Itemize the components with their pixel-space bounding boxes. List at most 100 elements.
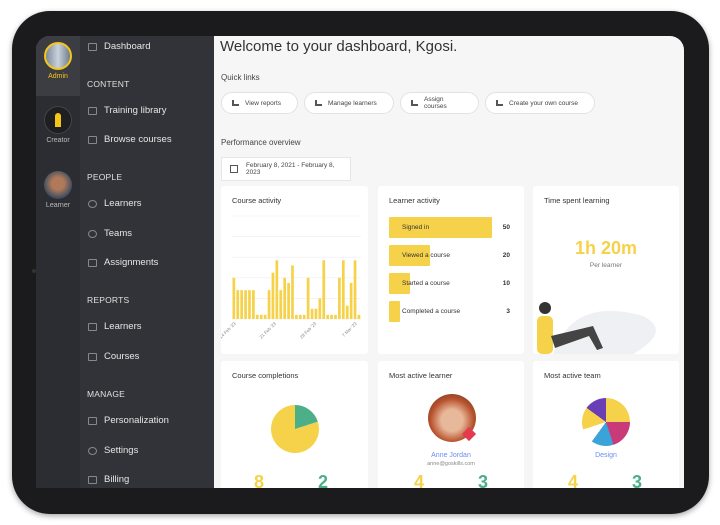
main-content: Welcome to your dashboard, Kgosi. Quick … xyxy=(214,36,684,488)
learner-stat-b: 3 xyxy=(478,472,489,488)
gear-icon xyxy=(88,446,97,455)
completions-pie-chart xyxy=(271,405,319,453)
card-title: Course completions xyxy=(232,371,299,380)
nav-learners[interactable]: Learners xyxy=(88,198,142,209)
activity-bar xyxy=(302,314,306,319)
nav-dashboard[interactable]: Dashboard xyxy=(88,41,150,52)
activity-bar xyxy=(353,260,357,319)
card-title: Most active learner xyxy=(389,371,453,380)
nav-label: Courses xyxy=(104,351,140,362)
activity-bar xyxy=(334,314,337,319)
role-label: Admin xyxy=(48,73,68,80)
x-tick-label: 28 Feb '23 xyxy=(299,321,318,340)
activity-bar xyxy=(240,290,244,319)
user-icon xyxy=(315,100,322,106)
manage-learners-button[interactable]: Manage learners xyxy=(304,92,394,114)
admin-avatar xyxy=(44,42,72,70)
role-creator[interactable]: Creator xyxy=(36,106,80,144)
activity-bar xyxy=(357,314,361,319)
activity-bar xyxy=(275,260,279,319)
assign-courses-button[interactable]: Assign courses xyxy=(400,92,479,114)
nav-label: Learners xyxy=(104,321,142,332)
bar-chart-icon xyxy=(88,352,97,361)
activity-bar xyxy=(248,290,251,319)
card-icon xyxy=(88,475,97,484)
nav-assignments[interactable]: Assignments xyxy=(88,257,158,268)
activity-bar xyxy=(255,314,259,319)
nav-personalization[interactable]: Personalization xyxy=(88,415,169,426)
nav-label: Billing xyxy=(104,474,130,485)
nav-report-learners[interactable]: Learners xyxy=(88,321,142,332)
nav-label: Dashboard xyxy=(104,41,151,52)
screen: Admin Creator Learner Dashboard CONTENT … xyxy=(36,36,684,488)
activity-bar xyxy=(326,314,330,319)
brush-icon xyxy=(88,416,97,425)
course-activity-chart: 14 Feb '23 21 Feb '23 28 Feb '23 7 Mar '23 xyxy=(221,215,361,340)
bar-chart-icon xyxy=(88,322,97,331)
user-icon xyxy=(88,199,97,208)
book-icon xyxy=(88,106,97,115)
nav-browse-courses[interactable]: Browse courses xyxy=(88,134,172,145)
nav-settings[interactable]: Settings xyxy=(88,445,138,456)
nav-training-library[interactable]: Training library xyxy=(88,105,166,116)
nav-label: Assignments xyxy=(104,257,159,268)
learner-activity-card: Learner activity Signed in 50 Viewed a cou… xyxy=(378,186,524,354)
section-people: PEOPLE xyxy=(87,172,123,182)
nav-teams[interactable]: Teams xyxy=(88,228,132,239)
nav-billing[interactable]: Billing xyxy=(88,474,129,485)
role-label: Creator xyxy=(46,137,70,144)
date-range-text: February 8, 2021 - February 8, 2023 xyxy=(245,162,335,176)
activity-bar xyxy=(271,272,275,319)
activity-value: 20 xyxy=(502,252,510,259)
sidebar-nav: Dashboard CONTENT Training library Brows… xyxy=(80,36,214,488)
activity-bar xyxy=(298,314,302,319)
create-course-button[interactable]: Create your own course xyxy=(485,92,595,114)
button-label: Assign courses xyxy=(423,96,447,110)
activity-value: 3 xyxy=(506,308,510,315)
learner-stat-a: 4 xyxy=(414,472,425,488)
team-stat-b: 3 xyxy=(632,472,643,488)
activity-bar xyxy=(244,290,247,319)
completed-count: 8 xyxy=(254,472,265,488)
activity-label: Started a course xyxy=(402,280,450,287)
activity-bar xyxy=(279,290,283,319)
activity-bar xyxy=(287,282,290,319)
button-label: Create your own course xyxy=(509,99,579,107)
activity-value: 10 xyxy=(502,280,510,287)
view-reports-button[interactable]: View reports xyxy=(221,92,298,114)
activity-bar xyxy=(263,314,267,319)
nav-label: Settings xyxy=(104,445,139,456)
section-content: CONTENT xyxy=(87,79,130,89)
activity-bar xyxy=(267,290,271,319)
time-spent-sub: Per learner xyxy=(589,262,623,269)
card-title: Time spent learning xyxy=(544,196,610,205)
quick-links-label: Quick links xyxy=(221,73,260,82)
activity-bar xyxy=(338,277,341,319)
nav-report-courses[interactable]: Courses xyxy=(88,351,139,362)
learner-name-link[interactable]: Anne Jordan xyxy=(378,452,524,459)
performance-label: Performance overview xyxy=(221,138,301,147)
nav-label: Training library xyxy=(104,105,167,116)
course-activity-card: Course activity 14 Feb '23 21 Feb '23 28 F… xyxy=(221,186,368,354)
learner-email: anne@goskills.com xyxy=(427,461,475,467)
role-admin[interactable]: Admin xyxy=(36,36,80,96)
most-active-learner-card: Most active learner Anne Jordan anne@gos… xyxy=(378,361,524,488)
role-rail: Admin Creator Learner xyxy=(36,36,80,488)
course-completions-card: Course completions 8 2 xyxy=(221,361,368,488)
x-tick-label: 21 Feb '23 xyxy=(259,321,278,340)
users-icon xyxy=(88,229,97,238)
activity-bar xyxy=(295,314,298,319)
role-learner[interactable]: Learner xyxy=(36,171,80,209)
library-icon xyxy=(88,135,97,144)
page-title: Welcome to your dashboard, Kgosi. xyxy=(220,38,458,55)
activity-label: Viewed a course xyxy=(402,252,450,259)
activity-bar xyxy=(259,314,263,319)
team-name-link[interactable]: Design xyxy=(533,452,679,459)
activity-bar xyxy=(310,308,314,319)
activity-bar xyxy=(232,277,236,319)
date-range-picker[interactable]: February 8, 2021 - February 8, 2023 xyxy=(221,157,351,181)
team-avatar[interactable] xyxy=(582,398,630,446)
role-label: Learner xyxy=(45,202,71,209)
calendar-icon xyxy=(230,165,238,173)
activity-bar xyxy=(306,277,310,319)
